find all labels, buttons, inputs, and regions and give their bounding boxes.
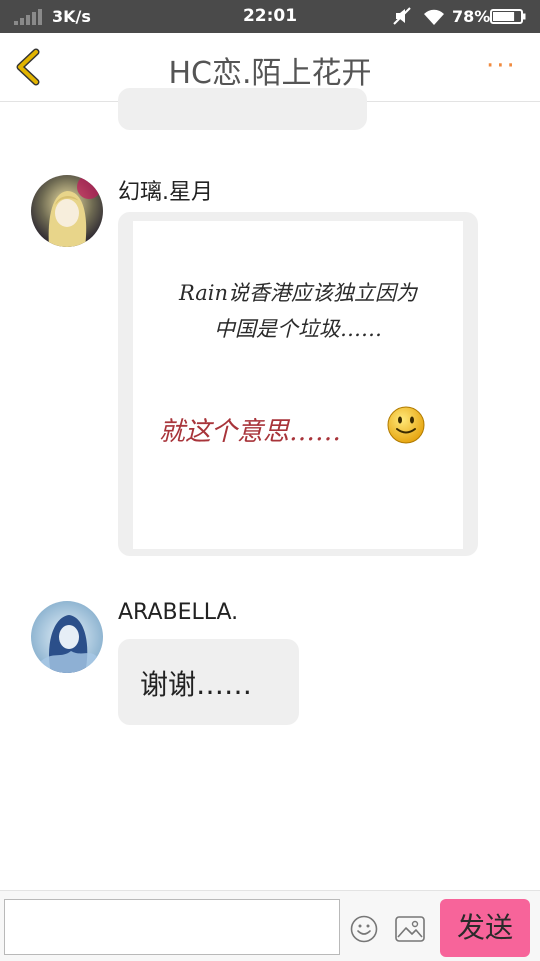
image-icon[interactable] [395,916,425,942]
send-button[interactable]: 发送 [440,899,530,957]
status-bar: 3K/s 22:01 78% [0,0,540,33]
image-text-line: 中国是个垃圾…… [214,317,382,341]
text-message-bubble[interactable]: 谢谢…… [118,639,299,725]
avatar-image [31,175,103,247]
previous-message-bubble [118,88,367,130]
emoji-icon[interactable] [350,915,378,943]
avatar-image [31,601,103,673]
back-button[interactable] [12,47,48,87]
image-text-line: 就这个意思…… [159,417,342,447]
wifi-icon [424,9,444,25]
shared-image[interactable]: Rain说香港应该独立因为 中国是个垃圾…… 就这个意思…… [133,221,463,549]
chat-title: HC恋.陌上花开 [168,56,372,91]
input-bar: 发送 [0,890,540,961]
sender-name: 幻璃.星月 [118,180,213,205]
avatar[interactable] [31,601,103,673]
mute-icon [393,7,411,25]
smiley-emoji-icon [387,406,425,444]
message-input[interactable] [4,899,340,955]
battery-percent: 78% [452,7,491,26]
message-text: 谢谢…… [140,668,253,701]
image-text-line: Rain说香港应该独立因为 [178,281,418,305]
more-options-button[interactable]: ··· [486,51,526,81]
avatar[interactable] [31,175,103,247]
sender-name: ARABELLA. [118,600,239,625]
battery-icon [490,9,526,24]
image-message-bubble[interactable]: Rain说香港应该独立因为 中国是个垃圾…… 就这个意思…… [118,212,478,556]
